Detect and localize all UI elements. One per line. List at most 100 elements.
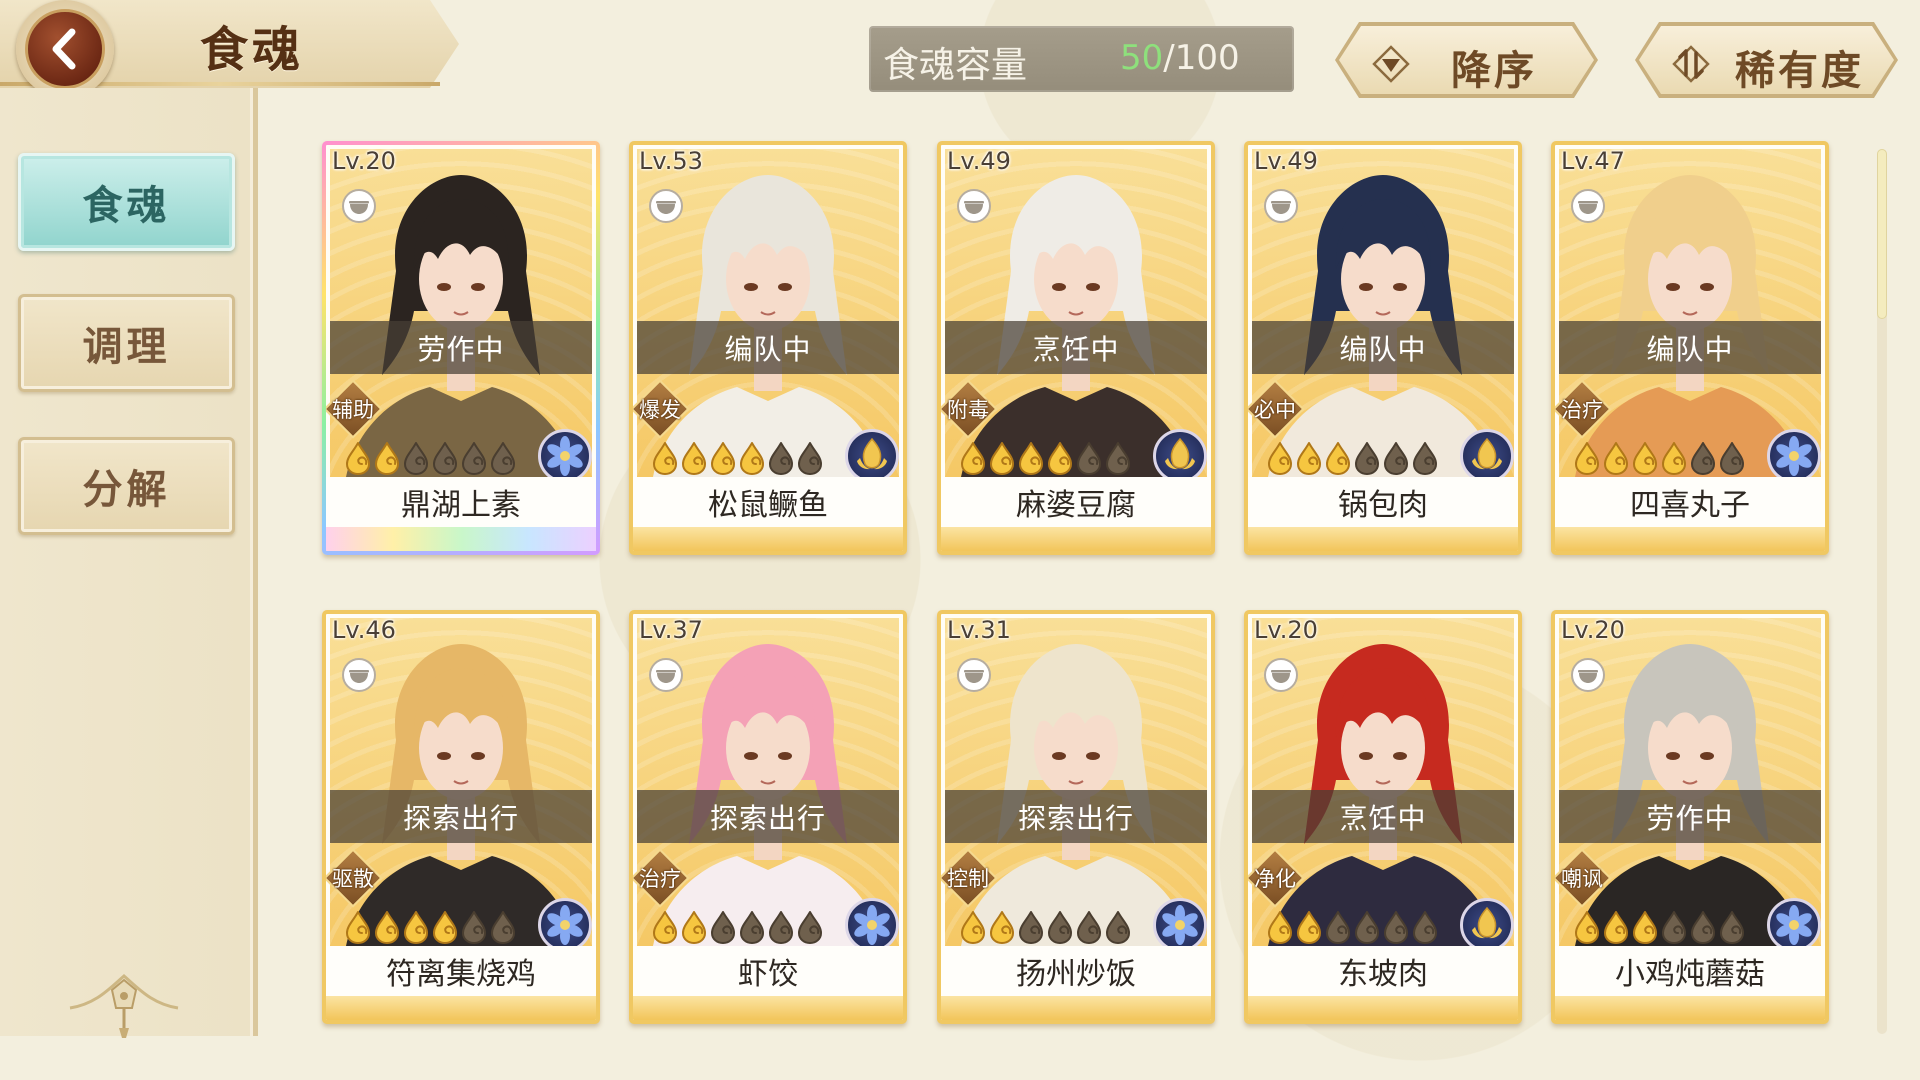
scrollbar-thumb[interactable] (1877, 149, 1887, 319)
flame-lit-icon (1633, 911, 1657, 944)
food-soul-card[interactable]: Lv.20 劳作中 辅助 鼎湖上素 (322, 141, 600, 555)
role-badge: 控制 (941, 848, 999, 908)
flame-empty-icon (769, 442, 793, 475)
chevron-left-icon (52, 28, 76, 70)
level-label: Lv.46 (332, 616, 396, 644)
bowl-icon (649, 189, 683, 223)
flame-empty-icon (1691, 911, 1715, 944)
card-bottom-strip (941, 996, 1211, 1020)
bowl-shape (964, 670, 984, 683)
flame-lit-icon (1048, 442, 1072, 475)
back-button[interactable] (16, 0, 114, 98)
flame-lit-icon (682, 911, 706, 944)
flame-empty-icon (404, 442, 428, 475)
food-soul-card[interactable]: Lv.37 探索出行 治疗 虾饺 (629, 610, 907, 1024)
flame-empty-icon (1077, 442, 1101, 475)
gold-flower-shape (1472, 437, 1502, 470)
status-label: 劳作中 (417, 332, 505, 366)
food-soul-card[interactable]: Lv.49 编队中 必中 锅包肉 (1244, 141, 1522, 555)
character-eye (1086, 752, 1100, 760)
character-eye (1052, 752, 1066, 760)
blue-flower-icon (1767, 898, 1821, 952)
sort-order-button-face[interactable]: 降序 (1339, 26, 1594, 94)
flame-lit-icon (740, 442, 764, 475)
role-badge: 治疗 (633, 848, 691, 908)
flame-empty-icon (798, 911, 822, 944)
food-soul-card[interactable]: Lv.53 编队中 爆发 松鼠鳜鱼 (629, 141, 907, 555)
status-label: 探索出行 (1017, 801, 1134, 835)
name-plate: 松鼠鳜鱼 (633, 477, 903, 527)
sidebar-item-food-souls[interactable]: 食魂 (18, 153, 235, 251)
food-soul-card[interactable]: Lv.46 探索出行 驱散 符离集烧鸡 (322, 610, 600, 1024)
level-label: Lv.47 (1561, 147, 1625, 175)
sort-field-button[interactable]: 稀有度 (1635, 22, 1898, 98)
status-banner: 编队中 (637, 321, 899, 374)
role-badge: 净化 (1248, 848, 1306, 908)
flame-empty-icon (1720, 911, 1744, 944)
scrollbar[interactable] (1877, 149, 1887, 1034)
blue-flower-shape (1776, 905, 1812, 945)
role-badge: 嘲讽 (1555, 848, 1613, 908)
character-eye (471, 283, 485, 291)
food-soul-card[interactable]: Lv.47 编队中 治疗 四喜丸子 (1551, 141, 1829, 555)
food-soul-card[interactable]: Lv.49 烹饪中 附毒 麻婆豆腐 (937, 141, 1215, 555)
capacity-label: 食魂容量 (883, 45, 1028, 86)
bowl-icon (1264, 658, 1298, 692)
role-badge: 治疗 (1555, 379, 1613, 439)
card-bottom-strip (1555, 996, 1825, 1020)
flame-lit-icon (1575, 442, 1599, 475)
status-label: 烹饪中 (1032, 332, 1120, 366)
flame-lit-icon (1662, 442, 1686, 475)
level-label: Lv.20 (332, 147, 396, 175)
card-bottom-strip (1248, 527, 1518, 551)
gold-flower-shape (1165, 437, 1195, 470)
role-label: 附毒 (947, 398, 989, 422)
flame-lit-icon (1297, 911, 1321, 944)
flame-lit-icon (1268, 442, 1292, 475)
character-eye (1393, 752, 1407, 760)
flame-lit-icon (375, 911, 399, 944)
flame-lit-icon (990, 442, 1014, 475)
sort-order-button[interactable]: 降序 (1335, 22, 1598, 98)
blue-flower-icon (845, 898, 899, 952)
bowl-shape (349, 201, 369, 214)
sidebar-item-cultivate[interactable]: 调理 (18, 294, 235, 392)
food-soul-card[interactable]: Lv.20 烹饪中 净化 东坡肉 (1244, 610, 1522, 1024)
status-banner: 探索出行 (945, 790, 1207, 843)
flame-lit-icon (653, 442, 677, 475)
name-plate: 四喜丸子 (1555, 477, 1825, 527)
rarity-flames (344, 910, 517, 946)
role-badge: 附毒 (941, 379, 999, 439)
flame-empty-icon (1355, 911, 1379, 944)
card-bottom-strip (326, 996, 596, 1020)
gold-flower-icon (1460, 898, 1514, 952)
level-label: Lv.31 (947, 616, 1011, 644)
blue-flower-shape (547, 905, 583, 945)
food-soul-name: 虾饺 (738, 957, 798, 992)
name-plate: 小鸡炖蘑菇 (1555, 946, 1825, 996)
blue-flower-icon (538, 429, 592, 483)
flame-lit-icon (375, 442, 399, 475)
back-button-face[interactable] (25, 9, 105, 89)
character-eye (744, 283, 758, 291)
food-soul-card[interactable]: Lv.31 探索出行 控制 扬州炒饭 (937, 610, 1215, 1024)
bowl-shape (1271, 670, 1291, 683)
flame-lit-icon (1326, 442, 1350, 475)
gold-flower-icon (1153, 429, 1207, 483)
sidebar-ornament (69, 974, 179, 1038)
flame-empty-icon (1720, 442, 1744, 475)
level-label: Lv.37 (639, 616, 703, 644)
flame-lit-icon (433, 911, 457, 944)
flame-empty-icon (1326, 911, 1350, 944)
flame-empty-icon (1662, 911, 1686, 944)
blue-flower-icon (1767, 429, 1821, 483)
food-soul-card[interactable]: Lv.20 劳作中 嘲讽 小鸡炖蘑菇 (1551, 610, 1829, 1024)
status-banner: 烹饪中 (1252, 790, 1514, 843)
role-badge: 必中 (1248, 379, 1306, 439)
character-eye (744, 752, 758, 760)
sidebar-item-decompose[interactable]: 分解 (18, 437, 235, 535)
sort-field-button-face[interactable]: 稀有度 (1639, 26, 1894, 94)
food-soul-name: 小鸡炖蘑菇 (1615, 957, 1765, 992)
sort-order-label: 降序 (1451, 49, 1537, 93)
character-eye (1359, 752, 1373, 760)
